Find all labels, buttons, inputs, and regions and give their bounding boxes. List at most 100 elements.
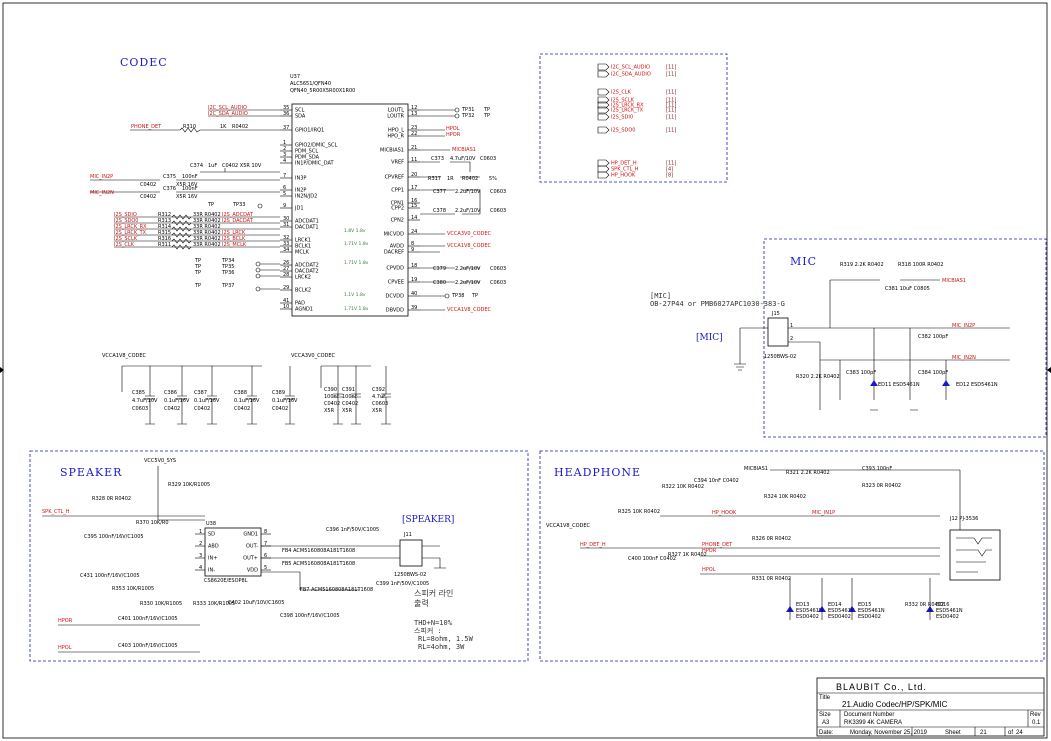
codec-cap-symbol [145, 366, 155, 425]
codec-right-pin-num: 17 [411, 185, 417, 191]
codec-left-net-label: MIC_IN2P [90, 174, 113, 180]
spk-j11: J11 [403, 532, 412, 538]
codec-left-pin-name: IN2N/JD2 [295, 194, 317, 200]
headphone-section-title: HEADPHONE [554, 466, 641, 479]
tp-circle [255, 273, 261, 279]
svg-text:2.2uF/10V: 2.2uF/10V [455, 189, 481, 195]
i2s-resistor-bank: I2S_SDIO R312 33R R0402 I2S_ADCDATI2S_SDO0 R… [114, 212, 280, 250]
codec-chip-part: ALC5651/QFN40 [290, 81, 331, 87]
codec-cap-pkg: C0402 [272, 406, 288, 412]
mic-jack-ref: J15 [771, 311, 780, 317]
hp-j12: J12 PJ-3536 [949, 516, 978, 522]
codec-cap-val: 100nF [342, 394, 358, 400]
codec-section-title: CODEC [120, 56, 168, 69]
netlist-port-flag [597, 171, 610, 179]
svg-text:TP38: TP38 [451, 293, 464, 299]
codec-cap-pkg: C0603 [372, 401, 388, 407]
netlist-port-net: HP_HOOK [611, 173, 636, 179]
codec-cap-val: 4.7uF [372, 394, 386, 400]
tb-doc-label: Document Number [844, 712, 894, 718]
svg-text:C0402: C0402 [140, 182, 156, 188]
speaker-connector-label: [SPEAKER] [402, 515, 454, 525]
svg-text:1R: 1R [447, 176, 454, 182]
codec-left-net-label: MIC_IN2N [90, 190, 114, 196]
codec-right-pin-name: VREF [391, 160, 404, 166]
svg-text:4.7uF/10V: 4.7uF/10V [450, 156, 476, 162]
codec-right-pin-name: DCVDD [386, 294, 405, 300]
hp-esd-pkg: ESD0402 [796, 614, 819, 620]
title-block: BLAUBIT Co., Ltd. Title 21.Audio Codec/H… [816, 677, 1045, 737]
speaker-circuit: VCC5V0_SYS U38 CS8620E/ESOP8L 1 SD 2 ABD 3 IN… [42, 458, 474, 653]
svg-text:C375: C375 [163, 174, 176, 180]
svg-text:R317: R317 [428, 176, 441, 182]
spk-c402: C402 10uF/10V/C1605 [228, 600, 284, 606]
netlist-port-flag [597, 88, 610, 96]
i2s-dst-net: I2S_DACDAT [222, 218, 254, 224]
netlist-port-ref: [11] [666, 65, 676, 71]
codec-right-pin-num: 39 [411, 305, 417, 311]
mic-connector-label: [MIC] [696, 333, 723, 343]
codec-cap-symbol [285, 366, 295, 425]
codec-cap-ref: C389 [272, 390, 285, 396]
amp-pin-num: 2 [199, 541, 202, 547]
codec-right-pin-num: 40 [411, 291, 417, 297]
netlist-port-net: I2C_SCL_AUDIO [611, 65, 650, 71]
i2s-res-ref: R311 [158, 242, 171, 248]
amp-pin-name: SD [208, 532, 215, 538]
codec-left-pin-num: 31 [283, 222, 289, 228]
spk-c403: C403 100nF/16V/C1005 [118, 643, 178, 649]
frame-markers [0, 367, 1051, 373]
hp-r324: R324 10K R0402 [764, 494, 806, 500]
codec-right-pin-name: MICBIAS1 [380, 148, 404, 154]
netlist-port-ref: [11] [666, 90, 676, 96]
svg-text:C377: C377 [433, 189, 446, 195]
codec-right-pin-num: 22 [411, 131, 417, 137]
tb-size: A3 [822, 720, 830, 726]
tp-circle [255, 267, 261, 273]
netlist-port-net: I2S_CLK [611, 90, 632, 96]
codec-right-net-label: HPOR [446, 132, 461, 138]
codec-left-pin-name: JD1 [294, 206, 304, 212]
codec-cap-pkg: C0402 [324, 401, 340, 407]
amp-pin-num: 4 [199, 565, 202, 571]
mic-micbias: MICBIAS1 [942, 278, 966, 284]
amp-pin-num: 3 [199, 553, 202, 559]
codec-right-pin-num: 20 [411, 172, 417, 178]
codec-cap-val: 0.1uF/16V [194, 398, 220, 404]
tb-date: Monday, November 25, 2019 [850, 730, 928, 736]
hp-hpol: HPOL [702, 567, 716, 573]
amp-pin-num: 5 [264, 565, 267, 571]
amp-pin-name: IN+ [208, 556, 217, 562]
spk-r330: R330 10K/R1005 [140, 601, 182, 607]
tb-title-label: Title [819, 695, 831, 701]
hp-hpor: HPOR [702, 548, 717, 554]
spk-supply: VCC5V0_SYS [144, 458, 176, 464]
spk-amp-ref: U38 [206, 521, 216, 527]
amp-pin-name: OUT+ [243, 556, 258, 562]
codec-right-pin-name: MICVDD [384, 232, 405, 238]
netlist-port-ref: [11] [666, 72, 676, 78]
codec-cap-val: 0.1uF/16V [272, 398, 298, 404]
codec-right-pin-name: LOUTR [387, 114, 404, 120]
codec-cap-pkg: C0402 [194, 406, 210, 412]
svg-text:R0402: R0402 [462, 176, 478, 182]
spk-hpor: HPOR [58, 618, 73, 624]
svg-text:C373: C373 [431, 156, 444, 162]
codec-cap-val: 4.7uF/10V [132, 398, 158, 404]
codec-left-wiring: R310 1K R0402 C375 100nF C376 100nF C0402C04… [90, 109, 280, 209]
svg-text:C378: C378 [433, 208, 446, 214]
svg-text:C0603: C0603 [490, 189, 506, 195]
tp-circle [255, 286, 261, 292]
netlist-port-flag [597, 70, 610, 78]
i2s-res-val: 33R R0402 [193, 242, 221, 248]
hp-hook: HP_HOOK [712, 510, 737, 516]
tp-ref: TP37 [221, 283, 234, 289]
svg-text:1.71V 1.8v: 1.71V 1.8v [344, 241, 369, 247]
codec-cap-ref: C391 [342, 387, 355, 393]
hp-esd-pkg: ESD0402 [828, 614, 851, 620]
mic-c384: C384 100pF [918, 370, 948, 376]
codec-right-pin-name: DACREF [384, 250, 404, 256]
hp-r326: R326 0R R0402 [752, 536, 791, 542]
codec-left-pin-name: DACDAT1 [295, 225, 319, 231]
svg-text:2.2uF/10V: 2.2uF/10V [455, 280, 481, 286]
